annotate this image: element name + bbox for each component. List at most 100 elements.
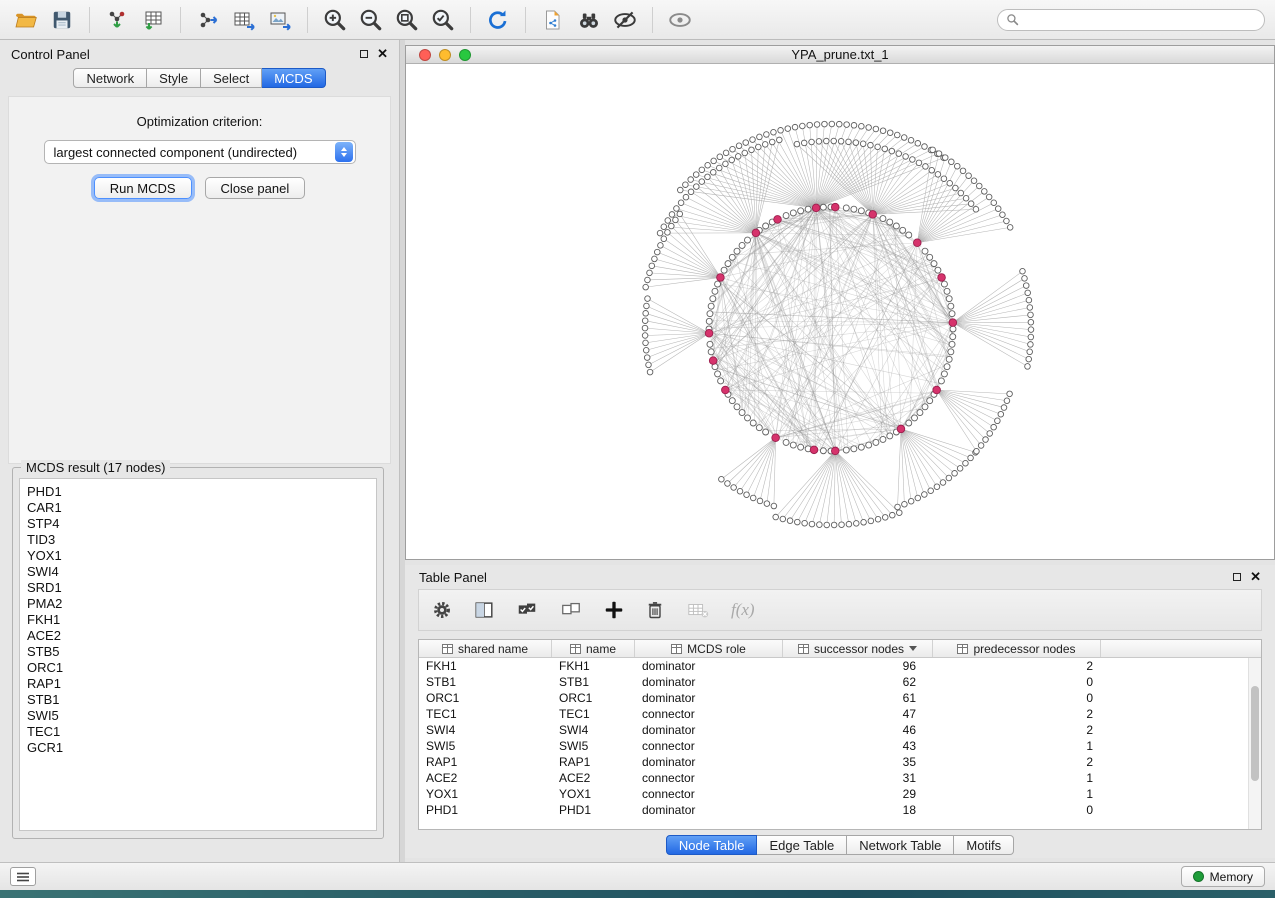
export-table-button[interactable]	[228, 5, 260, 35]
search-input[interactable]	[1024, 13, 1256, 27]
export-network-icon	[196, 8, 220, 32]
table-cell: 18	[783, 802, 933, 818]
list-icon	[16, 871, 30, 883]
save-session-button[interactable]	[46, 5, 78, 35]
export-web-button[interactable]	[537, 5, 569, 35]
mcds-result-list[interactable]: PHD1CAR1STP4TID3YOX1SWI4SRD1PMA2FKH1ACE2…	[19, 478, 377, 831]
gear-icon[interactable]	[431, 599, 453, 621]
float-table-panel-icon[interactable]	[1233, 573, 1241, 581]
criterion-dropdown[interactable]: largest connected component (undirected)	[44, 140, 356, 164]
task-history-button[interactable]	[10, 867, 36, 886]
result-node[interactable]: RAP1	[27, 676, 376, 692]
network-canvas[interactable]	[406, 64, 1274, 559]
status-bar: Memory	[0, 862, 1275, 890]
tab-node-table[interactable]: Node Table	[666, 835, 758, 855]
close-panel-button[interactable]: Close panel	[205, 177, 306, 199]
result-node[interactable]: STB1	[27, 692, 376, 708]
table-row[interactable]: ACE2ACE2connector311	[419, 770, 1248, 786]
result-node[interactable]: STP4	[27, 516, 376, 532]
table-row[interactable]: SWI5SWI5connector431	[419, 738, 1248, 754]
node-table: shared name name MCDS role successor nod…	[418, 639, 1262, 830]
close-table-panel-icon[interactable]: ✕	[1250, 572, 1261, 582]
dropdown-stepper-icon	[335, 142, 353, 162]
zoom-in-button[interactable]	[319, 5, 351, 35]
result-node[interactable]: STB5	[27, 644, 376, 660]
search-field[interactable]	[997, 9, 1265, 31]
import-network-button[interactable]	[101, 5, 133, 35]
column-label: successor nodes	[814, 642, 904, 656]
result-node[interactable]: CAR1	[27, 500, 376, 516]
tab-select[interactable]: Select	[201, 68, 262, 88]
column-header-predecessor-nodes[interactable]: predecessor nodes	[933, 640, 1101, 657]
column-header-successor-nodes[interactable]: successor nodes	[783, 640, 933, 657]
column-header-name[interactable]: name	[552, 640, 635, 657]
table-cell: RAP1	[419, 754, 552, 770]
result-node[interactable]: PMA2	[27, 596, 376, 612]
tab-style[interactable]: Style	[147, 68, 201, 88]
import-table-disabled-icon	[685, 599, 711, 621]
tab-network[interactable]: Network	[73, 68, 147, 88]
table-row[interactable]: FKH1FKH1dominator962	[419, 658, 1248, 674]
table-row[interactable]: ORC1ORC1dominator610	[419, 690, 1248, 706]
scrollbar-thumb[interactable]	[1251, 686, 1259, 781]
show-details-button[interactable]	[664, 5, 696, 35]
table-row[interactable]: YOX1YOX1connector291	[419, 786, 1248, 802]
tab-motifs[interactable]: Motifs	[954, 835, 1014, 855]
result-node[interactable]: TID3	[27, 532, 376, 548]
result-node[interactable]: SRD1	[27, 580, 376, 596]
table-cell: connector	[635, 738, 783, 754]
show-columns-icon[interactable]	[473, 599, 495, 621]
result-node[interactable]: TEC1	[27, 724, 376, 740]
table-row[interactable]: STB1STB1dominator620	[419, 674, 1248, 690]
hide-details-button[interactable]	[609, 5, 641, 35]
result-node[interactable]: ORC1	[27, 660, 376, 676]
delete-icon[interactable]	[645, 599, 665, 621]
table-row[interactable]: TEC1TEC1connector472	[419, 706, 1248, 722]
table-cell: 96	[783, 658, 933, 674]
column-label: predecessor nodes	[973, 642, 1075, 656]
table-row[interactable]: PHD1PHD1dominator180	[419, 802, 1248, 818]
table-cell: STB1	[552, 674, 635, 690]
result-node[interactable]: ACE2	[27, 628, 376, 644]
network-graph[interactable]	[406, 64, 1274, 560]
column-header-shared-name[interactable]: shared name	[419, 640, 552, 657]
table-row[interactable]: SWI4SWI4dominator462	[419, 722, 1248, 738]
open-folder-icon	[14, 8, 38, 32]
toolbar-divider	[470, 7, 471, 33]
close-panel-icon[interactable]: ✕	[377, 49, 388, 59]
select-all-icon[interactable]	[515, 599, 539, 621]
float-panel-icon[interactable]	[360, 50, 368, 58]
tab-mcds[interactable]: MCDS	[262, 68, 325, 88]
zoom-out-button[interactable]	[355, 5, 387, 35]
table-row[interactable]: RAP1RAP1dominator352	[419, 754, 1248, 770]
column-grip-icon	[798, 644, 809, 654]
find-button[interactable]	[573, 5, 605, 35]
column-header-mcds-role[interactable]: MCDS role	[635, 640, 783, 657]
deselect-all-icon[interactable]	[559, 599, 583, 621]
table-cell: YOX1	[552, 786, 635, 802]
export-image-button[interactable]	[264, 5, 296, 35]
tab-edge-table[interactable]: Edge Table	[757, 835, 847, 855]
sort-descending-icon[interactable]	[909, 646, 917, 651]
result-node[interactable]: SWI4	[27, 564, 376, 580]
run-mcds-button[interactable]: Run MCDS	[94, 177, 192, 199]
table-toolbar: f(x)	[418, 589, 1262, 631]
import-table-button[interactable]	[137, 5, 169, 35]
result-node[interactable]: YOX1	[27, 548, 376, 564]
zoom-out-icon	[358, 7, 384, 33]
add-icon[interactable]	[603, 599, 625, 621]
zoom-fit-button[interactable]	[391, 5, 423, 35]
table-cell: 0	[933, 690, 1101, 706]
result-node[interactable]: PHD1	[27, 484, 376, 500]
memory-button[interactable]: Memory	[1181, 866, 1265, 887]
tab-network-table[interactable]: Network Table	[847, 835, 954, 855]
preferred-layout-button[interactable]	[482, 5, 514, 35]
mcds-result-title: MCDS result (17 nodes)	[21, 460, 170, 475]
table-scrollbar[interactable]	[1248, 658, 1261, 829]
result-node[interactable]: FKH1	[27, 612, 376, 628]
result-node[interactable]: SWI5	[27, 708, 376, 724]
export-network-button[interactable]	[192, 5, 224, 35]
open-session-button[interactable]	[10, 5, 42, 35]
result-node[interactable]: GCR1	[27, 740, 376, 756]
zoom-selected-button[interactable]	[427, 5, 459, 35]
